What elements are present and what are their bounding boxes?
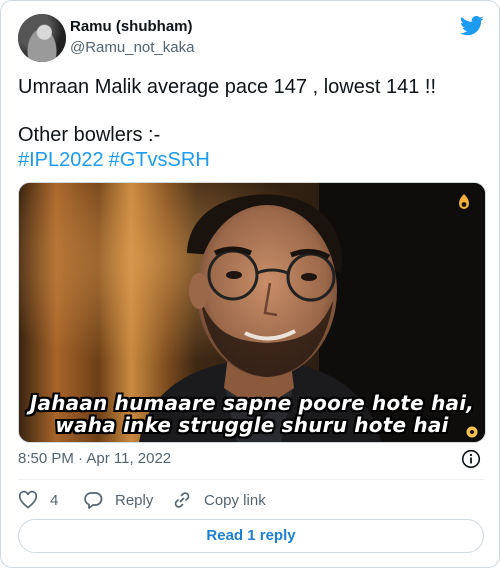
- tweet-text-line-2: Other bowlers :-: [18, 124, 161, 146]
- author-handle[interactable]: @Ramu_not_kaka: [70, 39, 194, 56]
- copy-link-button[interactable]: Copy link: [172, 489, 266, 511]
- link-icon: [174, 492, 190, 508]
- reply-bubble-icon: [84, 492, 103, 509]
- like-button[interactable]: 4: [18, 489, 58, 511]
- heart-icon: [18, 490, 38, 509]
- meme-caption-line-1: Jahaan humaare sapne poore hote hai,: [29, 391, 475, 415]
- copy-link-label: Copy link: [204, 491, 266, 509]
- hashtag-link[interactable]: #GTvsSRH: [109, 149, 210, 171]
- hashtag-link[interactable]: #IPL2022: [18, 149, 104, 171]
- channel-logo-icon: [459, 194, 469, 209]
- tweet-card: Ramu (shubham) @Ramu_not_kaka Umraan Mal…: [0, 0, 500, 568]
- like-count: 4: [50, 491, 59, 509]
- author-name[interactable]: Ramu (shubham): [70, 18, 193, 35]
- twitter-bird-icon[interactable]: [460, 16, 484, 36]
- tweet-timestamp[interactable]: 8:50 PM · Apr 11, 2022: [18, 450, 171, 467]
- meme-caption-line-2: waha inke struggle shuru hote hai: [55, 413, 449, 437]
- read-replies-button[interactable]: Read 1 reply: [18, 519, 484, 553]
- reply-button[interactable]: Reply: [83, 489, 153, 511]
- info-icon[interactable]: [461, 449, 481, 469]
- tweet-text-line-1: Umraan Malik average pace 147 , lowest 1…: [18, 76, 436, 98]
- hashtags: #IPL2022 #GTvsSRH: [18, 148, 215, 172]
- divider: [18, 479, 484, 480]
- avatar[interactable]: [18, 14, 66, 62]
- reply-label: Reply: [115, 491, 154, 509]
- tweet-media-image[interactable]: Jahaan humaare sapne poore hote hai, wah…: [18, 182, 486, 443]
